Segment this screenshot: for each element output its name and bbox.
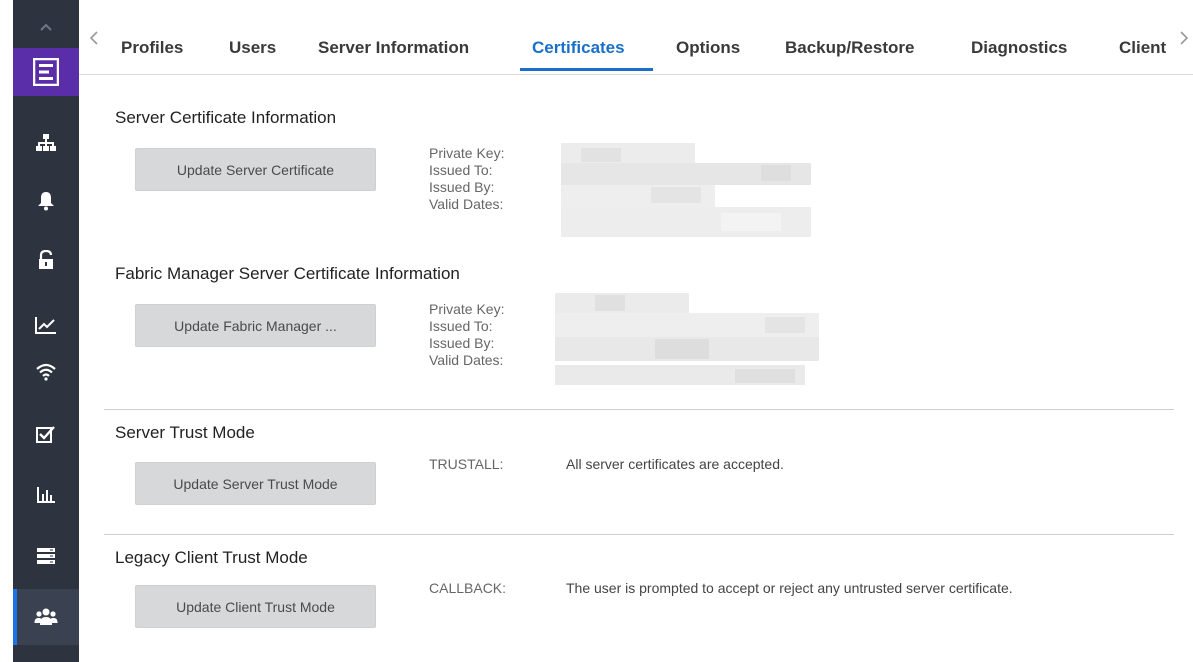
tab-server-information[interactable]: Server Information xyxy=(318,38,469,58)
tab-diagnostics[interactable]: Diagnostics xyxy=(971,38,1067,58)
tab-options[interactable]: Options xyxy=(676,38,740,58)
update-client-trust-mode-button[interactable]: Update Client Trust Mode xyxy=(135,585,376,628)
client-trust-mode-description: The user is prompted to accept or reject… xyxy=(566,580,1013,596)
administration-users-icon xyxy=(34,608,58,625)
nav-reports[interactable] xyxy=(13,467,79,523)
nav-tasks[interactable] xyxy=(13,406,79,462)
section-divider xyxy=(104,409,1174,410)
nav-alarms[interactable] xyxy=(13,173,79,229)
nav-administration[interactable] xyxy=(13,589,79,645)
issued-by-label: Issued By: xyxy=(429,335,495,351)
nav-wireless[interactable] xyxy=(13,344,79,400)
inventory-server-icon xyxy=(37,548,55,564)
valid-dates-label: Valid Dates: xyxy=(429,196,504,212)
tab-backup-restore[interactable]: Backup/Restore xyxy=(785,38,914,58)
nav-network[interactable] xyxy=(13,115,79,171)
issued-by-label: Issued By: xyxy=(429,179,495,195)
tab-certificates[interactable]: Certificates xyxy=(532,38,625,58)
task-checkbox-icon xyxy=(36,426,55,443)
server-trust-title: Server Trust Mode xyxy=(115,423,255,442)
server-trust-mode-description: All server certificates are accepted. xyxy=(566,456,784,472)
left-nav-sidebar xyxy=(13,0,79,662)
network-topology-icon xyxy=(36,134,56,151)
tab-scroll-right-icon[interactable] xyxy=(1179,30,1189,50)
tab-client[interactable]: Client xyxy=(1119,38,1177,58)
wireless-icon xyxy=(36,363,56,381)
update-server-trust-mode-button[interactable]: Update Server Trust Mode xyxy=(135,462,376,505)
issued-to-label: Issued To: xyxy=(429,162,493,178)
fabric-cert-labels: Private Key: Issued To: Issued By: Valid… xyxy=(429,301,504,369)
extreme-logo-icon xyxy=(33,58,59,86)
private-key-label: Private Key: xyxy=(429,301,505,317)
section-divider xyxy=(104,534,1174,535)
alarm-bell-icon xyxy=(38,192,54,211)
reports-bar-chart-icon xyxy=(37,487,55,503)
client-trust-title: Legacy Client Trust Mode xyxy=(115,548,308,567)
scroll-up-icon[interactable] xyxy=(13,0,79,48)
client-trust-mode-value: CALLBACK: xyxy=(429,580,507,596)
server-cert-title: Server Certificate Information xyxy=(115,108,337,127)
active-tab-indicator xyxy=(520,68,653,71)
update-fabric-manager-certificate-button[interactable]: Update Fabric Manager ... xyxy=(135,304,376,347)
server-cert-redacted-values xyxy=(561,143,811,237)
server-cert-labels: Private Key: Issued To: Issued By: Valid… xyxy=(429,145,504,213)
unlock-icon xyxy=(39,250,53,269)
tab-profiles[interactable]: Profiles xyxy=(121,38,183,58)
nav-inventory[interactable] xyxy=(13,528,79,584)
tab-users[interactable]: Users xyxy=(229,38,276,58)
valid-dates-label: Valid Dates: xyxy=(429,352,504,368)
issued-to-label: Issued To: xyxy=(429,318,493,334)
nav-control[interactable] xyxy=(13,232,79,288)
server-trust-mode-value: TRUSTALL: xyxy=(429,456,504,472)
fabric-cert-title: Fabric Manager Server Certificate Inform… xyxy=(115,264,460,283)
extreme-logo[interactable] xyxy=(13,48,79,96)
update-server-certificate-button[interactable]: Update Server Certificate xyxy=(135,148,376,191)
private-key-label: Private Key: xyxy=(429,145,505,161)
fabric-cert-redacted-values xyxy=(555,293,819,385)
analytics-line-icon xyxy=(35,317,56,334)
tab-scroll-left-icon[interactable] xyxy=(89,30,99,50)
